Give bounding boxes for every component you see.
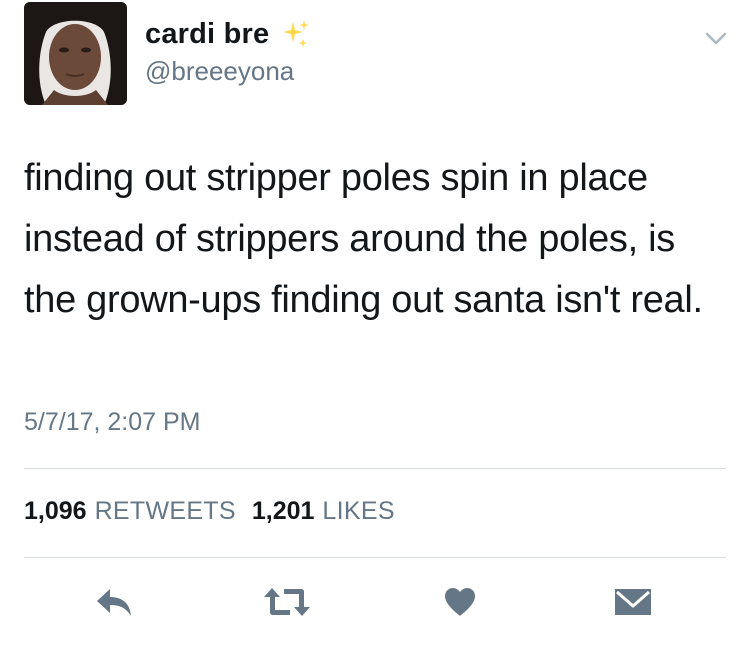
avatar[interactable] [24,2,127,105]
tweet-stats: 1,096 RETWEETS 1,201 LIKES [24,497,411,526]
likes-label[interactable]: LIKES [322,497,394,526]
divider [24,557,726,558]
divider [24,468,726,469]
user-handle[interactable]: @breeeyona [145,56,311,87]
tweet-timestamp[interactable]: 5/7/17, 2:07 PM [24,408,201,437]
name-row: cardi bre [145,14,311,54]
like-button[interactable] [442,584,478,620]
action-bar [0,584,750,620]
message-button[interactable] [613,584,653,620]
tweet-card: cardi bre @breeeyona finding out strippe… [0,0,750,649]
retweets-label[interactable]: RETWEETS [95,497,236,526]
reply-icon [97,589,131,616]
retweets-count[interactable]: 1,096 [24,497,87,526]
likes-count[interactable]: 1,201 [252,497,315,526]
retweet-button[interactable] [262,584,312,620]
user-info[interactable]: cardi bre @breeeyona [145,14,311,87]
avatar-image [24,2,127,105]
tweet-text: finding out stripper poles spin in place… [24,157,703,321]
sparkles-icon [279,18,311,50]
envelope-icon [615,589,651,615]
reply-button[interactable] [93,584,135,620]
retweet-icon [264,588,310,616]
display-name[interactable]: cardi bre [145,18,269,51]
heart-icon [445,588,475,616]
chevron-down-icon[interactable] [704,26,728,50]
